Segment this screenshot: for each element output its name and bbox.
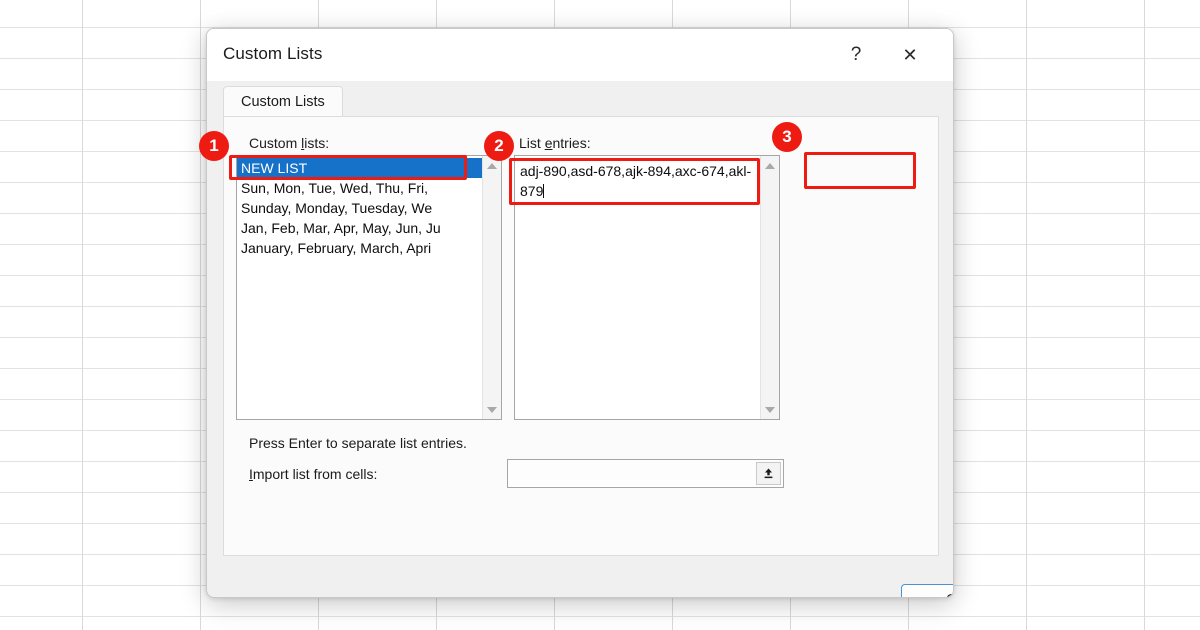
- list-entries-label: List entries:: [519, 135, 591, 151]
- custom-lists-dialog: Custom Lists ? ✕ Custom Lists Custom lis…: [206, 28, 954, 598]
- text-caret: [543, 184, 545, 198]
- annotation-badge-3: 3: [772, 122, 802, 152]
- tab-custom-lists[interactable]: Custom Lists: [223, 86, 343, 117]
- hint-text: Press Enter to separate list entries.: [249, 435, 467, 451]
- list-entries-content: adj-890,asd-678,ajk-894,axc-674,akl-879: [515, 156, 760, 419]
- custom-lists-scrollbar[interactable]: [482, 156, 501, 419]
- list-item[interactable]: Sunday, Monday, Tuesday, We: [237, 198, 482, 218]
- scroll-down-icon[interactable]: [483, 400, 501, 419]
- annotation-badge-2: 2: [484, 131, 514, 161]
- import-range-input[interactable]: [507, 459, 784, 488]
- list-item[interactable]: NEW LIST: [237, 158, 482, 178]
- list-entries-scrollbar[interactable]: [760, 156, 779, 419]
- help-icon[interactable]: ?: [837, 37, 875, 73]
- custom-lists-listbox[interactable]: NEW LIST Sun, Mon, Tue, Wed, Thu, Fri, S…: [236, 155, 502, 420]
- close-icon[interactable]: ✕: [891, 37, 929, 73]
- tab-strip: Custom Lists: [207, 81, 953, 117]
- list-entries-value-wrapper: adj-890,asd-678,ajk-894,axc-674,akl-879: [515, 158, 760, 201]
- ok-button[interactable]: OK: [901, 584, 953, 597]
- tab-custom-lists-label: Custom Lists: [241, 94, 325, 110]
- custom-lists-items: NEW LIST Sun, Mon, Tue, Wed, Thu, Fri, S…: [237, 156, 482, 419]
- custom-lists-label: Custom lists:: [249, 135, 330, 151]
- list-entries-textarea[interactable]: adj-890,asd-678,ajk-894,axc-674,akl-879: [514, 155, 780, 420]
- dialog-content-panel: Custom lists: List entries: NEW LIST Sun…: [223, 116, 939, 556]
- list-item[interactable]: Jan, Feb, Mar, Apr, May, Jun, Ju: [237, 218, 482, 238]
- dialog-title-bar: Custom Lists ? ✕: [207, 29, 953, 81]
- range-collapse-icon[interactable]: [756, 462, 781, 485]
- list-item[interactable]: January, February, March, Apri: [237, 238, 482, 258]
- annotation-badge-1: 1: [199, 131, 229, 161]
- scroll-down-icon[interactable]: [761, 400, 779, 419]
- list-item[interactable]: Sun, Mon, Tue, Wed, Thu, Fri,: [237, 178, 482, 198]
- dialog-title: Custom Lists: [223, 44, 323, 63]
- import-list-label: Import list from cells:: [249, 466, 378, 482]
- scroll-up-icon[interactable]: [761, 156, 779, 175]
- list-entries-value: adj-890,asd-678,ajk-894,axc-674,akl-879: [520, 163, 752, 199]
